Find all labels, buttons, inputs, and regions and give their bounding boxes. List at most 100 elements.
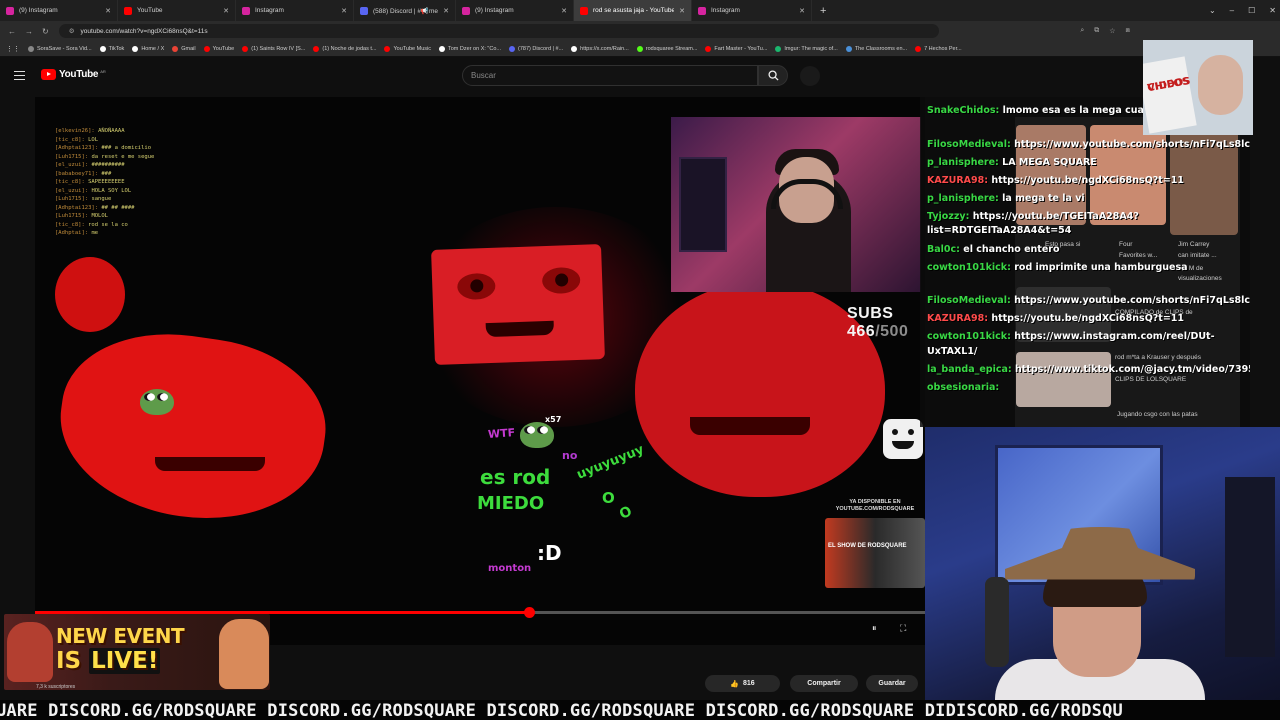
browser-tab[interactable]: (9) Instagram ✕ (456, 0, 574, 21)
tab-close-icon[interactable]: ✕ (799, 7, 805, 15)
bookmark-favicon (915, 45, 922, 52)
bookmark-favicon (705, 45, 712, 52)
like-button[interactable]: 👍 816 (705, 675, 780, 692)
chat-username: FilosoMedieval: (927, 139, 1011, 150)
background-light (1225, 477, 1275, 657)
youtube-logo[interactable]: YouTube AR (41, 69, 106, 80)
bookmark-item[interactable]: The Classrooms en... (845, 45, 908, 52)
like-count: 816 (743, 680, 755, 687)
progress-scrubber[interactable] (523, 607, 535, 618)
bookmark-item[interactable]: SoraSave - Sora Vid... (28, 45, 92, 52)
bookmark-label: YouTube (212, 45, 235, 52)
bookmark-item[interactable]: Gmail (172, 45, 196, 52)
bookmark-item[interactable]: YouTube Music (384, 45, 431, 52)
url-field[interactable]: ⚙ youtube.com/watch?v=ngdXCi68nsQ&t=11s (58, 24, 939, 38)
zoom-icon[interactable]: ⌕ (1080, 27, 1084, 35)
bookmark-item[interactable]: 7 Hechos Per... (915, 45, 962, 52)
tab-close-icon[interactable]: ✕ (341, 7, 347, 15)
bookmark-item[interactable]: Tom Dzer on X: "Co... (439, 45, 501, 52)
bookmark-item[interactable]: (1) Saints Row IV [S... (242, 45, 305, 52)
bookmark-item[interactable]: (1) Noche de jodas t... (313, 45, 376, 52)
overlay-chat-line: [el_uzui]: ########## (55, 162, 125, 168)
subs-counter: SUBS 466/500 (847, 305, 925, 341)
bookmark-favicon (132, 45, 139, 52)
emote-count: x57 (545, 415, 562, 424)
tab-search-icon[interactable]: ⌄ (1209, 6, 1216, 15)
save-button[interactable]: Guardar (866, 675, 918, 692)
bookmark-item[interactable]: (787) Discord | #... (509, 45, 563, 52)
chat-username: FilosoMedieval: (927, 295, 1011, 306)
bookmark-item[interactable]: Home / X (132, 45, 164, 52)
new-tab-button[interactable]: + (820, 5, 826, 17)
tab-favicon (580, 6, 588, 15)
fullscreen-icon[interactable]: ⛶ (900, 623, 906, 634)
stream-chat-overlay: [elkevin26]: AÑOÑAAAA [tic_c8]: LOL [Adhpt… (55, 127, 154, 238)
new-event-banner: NEW EVENT IS LIVE! 7,3 k suscriptores (4, 614, 270, 690)
is-live-text: IS LIVE! (56, 648, 161, 674)
maximize-icon[interactable]: ☐ (1248, 6, 1255, 15)
search-button[interactable] (758, 65, 788, 86)
ticker-text: UARE DISCORD.GG/RODSQUARE DISCORD.GG/ROD… (0, 701, 1123, 720)
overlay-word-monton: monton (488, 563, 532, 574)
chat-message: Tyjozzy: https://youtu.be/TGEITaA28A4? (927, 211, 1139, 223)
bookmark-favicon (28, 45, 34, 52)
forward-icon[interactable]: → (25, 27, 33, 36)
bookmark-item[interactable]: YouTube (203, 45, 235, 52)
overlay-chat-line: [Adhptai123]: ## ## #### (55, 204, 135, 211)
video-player[interactable]: [elkevin26]: AÑOÑAAAA [tic_c8]: LOL [Adhpt… (35, 97, 925, 645)
recommended-thumb-4[interactable] (1016, 352, 1111, 407)
tab-close-icon[interactable]: ✕ (561, 7, 567, 15)
back-icon[interactable]: ← (8, 27, 16, 36)
extensions-icon[interactable]: ⧈ (1126, 27, 1130, 35)
subs-count: 466 (847, 323, 876, 340)
tab-close-icon[interactable]: ✕ (443, 7, 449, 15)
browser-tab[interactable]: Instagram ✕ (692, 0, 812, 21)
apps-icon[interactable]: ⋮⋮ (6, 45, 20, 53)
install-icon[interactable]: ⧉ (1094, 27, 1099, 35)
tab-close-icon[interactable]: ✕ (105, 7, 111, 15)
search-input[interactable]: Buscar (462, 65, 758, 86)
browser-tab[interactable]: rod se asusta jaja - YouTube ✕ (574, 0, 692, 21)
bookmark-item[interactable]: rodsquaree Stream... (636, 45, 697, 52)
browser-tab[interactable]: (588) Discord | #📢memes📢 | ✕ (354, 0, 456, 21)
overlay-word-wtf: WTF (487, 426, 516, 441)
voice-search-button[interactable] (800, 66, 820, 86)
recommended-label: Four (1119, 241, 1133, 248)
browser-tab[interactable]: Instagram ✕ (236, 0, 354, 21)
chat-username: Bal0c: (927, 244, 960, 255)
share-button[interactable]: Compartir (790, 675, 858, 692)
bookmarks-bar: ⋮⋮ SoraSave - Sora Vid... TikTok Home / X G… (0, 41, 1280, 57)
like-icon: 👍 (730, 680, 740, 688)
screaming-face (431, 244, 605, 365)
pause-icon[interactable]: ⏸ (872, 623, 877, 634)
chat-text: list=RDTGEITaA28A4&t=54 (927, 225, 1072, 236)
chat-text: el chancho entero (963, 244, 1060, 255)
bookmark-item[interactable]: Imgur: The magic of... (775, 45, 838, 52)
bookmark-item[interactable]: Fart Master - YouTu... (705, 45, 767, 52)
minimize-icon[interactable]: – (1230, 6, 1234, 15)
menu-icon[interactable] (14, 71, 25, 80)
bookmark-label: Imgur: The magic of... (784, 45, 838, 52)
overlay-word-no: no (562, 449, 578, 462)
overlay-chat-line: [Luh1715]: MOLOL (55, 213, 108, 219)
bookmark-favicon (636, 45, 643, 52)
close-window-icon[interactable]: ✕ (1269, 6, 1276, 15)
bookmark-item[interactable]: TikTok (99, 45, 124, 52)
chat-text: https://www.youtube.com/shorts/nFi7qLs8l… (1014, 139, 1250, 150)
bookmark-label: The Classrooms en... (854, 45, 908, 52)
browser-tab[interactable]: YouTube ✕ (118, 0, 236, 21)
bookmark-item[interactable]: https://x.com/Rain... (571, 45, 629, 52)
bookmark-favicon (99, 45, 106, 52)
tab-label: (9) Instagram (475, 7, 514, 14)
tab-close-icon[interactable]: ✕ (679, 7, 685, 15)
browser-tab[interactable]: (9) Instagram ✕ (0, 0, 118, 21)
address-bar-row: ← → ↻ ⚙ youtube.com/watch?v=ngdXCi68nsQ&… (0, 21, 1280, 41)
site-info-icon[interactable]: ⚙ (69, 27, 75, 35)
chat-message: p_lanisphere: la mega te la vi (927, 193, 1085, 205)
bookmark-star-icon[interactable]: ☆ (1109, 27, 1115, 35)
reload-icon[interactable]: ↻ (42, 27, 49, 36)
tab-close-icon[interactable]: ✕ (223, 7, 229, 15)
promo-card: YA DISPONIBLE EN YOUTUBE.COM/RODSQUARE E… (825, 499, 925, 599)
recommended-label: can imitate ... (1178, 252, 1217, 259)
chat-username: SnakeChidos: (927, 105, 1000, 116)
